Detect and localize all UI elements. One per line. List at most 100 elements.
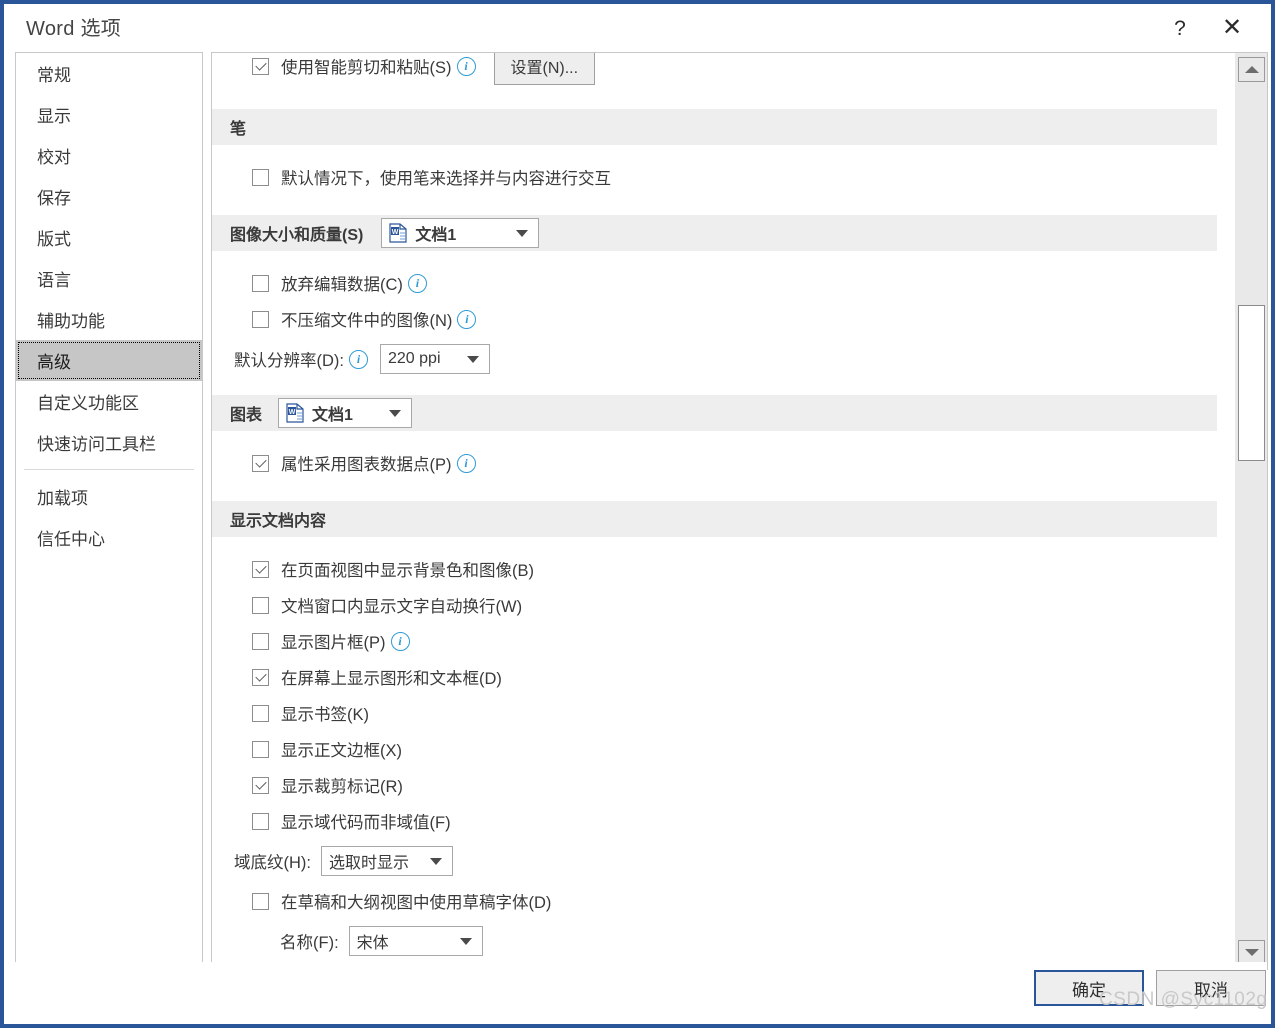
do-not-compress-images-checkbox[interactable] (252, 310, 269, 328)
scroll-up-button[interactable] (1238, 57, 1265, 82)
info-icon[interactable]: i (390, 631, 410, 651)
svg-text:W: W (392, 229, 399, 236)
show-field-codes-label: 显示域代码而非域值(F) (281, 814, 451, 832)
chevron-down-icon (516, 229, 529, 237)
pen-select-interact-label: 默认情况下，使用笔来选择并与内容进行交互 (281, 170, 611, 188)
row-chart-datapoint-properties: 属性采用图表数据点(P) i (212, 445, 1235, 481)
word-doc-icon: W (389, 223, 407, 243)
section-header-display-document-content: 显示文档内容 (212, 501, 1217, 537)
show-bookmarks-checkbox[interactable] (252, 704, 269, 722)
chevron-down-icon (389, 409, 402, 417)
dialog-footer: 确定 取消 (8, 962, 1267, 1020)
field-shading-combo[interactable]: 选取时显示 (321, 846, 453, 876)
show-text-boundaries-checkbox[interactable] (252, 740, 269, 758)
vertical-scrollbar[interactable] (1234, 53, 1267, 969)
row-do-not-compress-images: 不压缩文件中的图像(N) i (212, 301, 1235, 337)
default-resolution-label: 默认分辨率(D): (234, 352, 344, 370)
info-icon[interactable]: i (456, 56, 476, 76)
row-show-background-colors-images: 在页面视图中显示背景色和图像(B) (212, 551, 1235, 587)
chart-datapoint-properties-checkbox[interactable] (252, 454, 269, 472)
show-picture-placeholders-label: 显示图片框(P) (281, 634, 386, 652)
row-show-text-wrapped-in-window: 文档窗口内显示文字自动换行(W) (212, 587, 1235, 623)
draft-font-name-combo[interactable]: 宋体 (348, 926, 483, 956)
section-title: 笔 (230, 121, 247, 138)
sidebar-item-label: 常规 (37, 66, 71, 85)
show-drawings-and-textboxes-checkbox[interactable] (252, 668, 269, 686)
section-title: 图像大小和质量(S) (230, 227, 364, 244)
smart-cut-paste-checkbox[interactable] (252, 57, 269, 75)
row-draft-font-name: 名称(F): 宋体 (212, 919, 1235, 963)
use-draft-font-checkbox[interactable] (252, 892, 269, 910)
show-background-colors-images-label: 在页面视图中显示背景色和图像(B) (281, 562, 534, 580)
show-crop-marks-label: 显示裁剪标记(R) (281, 778, 403, 796)
show-drawings-and-textboxes-label: 在屏幕上显示图形和文本框(D) (281, 670, 502, 688)
display-options-group: 在页面视图中显示背景色和图像(B) 文档窗口内显示文字自动换行(W) 显示图片框… (212, 551, 1235, 839)
options-scroll-area: 粘贴内容时显示粘贴选项按钮(O) 使用智能剪切和粘贴(S) i 设置(N)...… (212, 53, 1235, 969)
cancel-button-label: 取消 (1194, 980, 1228, 1000)
row-field-shading: 域底纹(H): 选取时显示 (212, 839, 1235, 883)
discard-editing-data-checkbox[interactable] (252, 274, 269, 292)
section-title: 显示文档内容 (230, 513, 327, 530)
show-text-wrapped-in-window-label: 文档窗口内显示文字自动换行(W) (281, 598, 523, 616)
row-show-bookmarks: 显示书签(K) (212, 695, 1235, 731)
sidebar-item-label: 自定义功能区 (37, 394, 139, 413)
scrollbar-thumb[interactable] (1238, 305, 1265, 461)
info-icon[interactable]: i (456, 453, 476, 473)
chart-section-document-combo[interactable]: W 文档1 (278, 398, 413, 428)
row-default-resolution: 默认分辨率(D): i 220 ppi (212, 337, 1235, 381)
sidebar-item-label: 辅助功能 (37, 312, 105, 331)
show-text-wrapped-in-window-checkbox[interactable] (252, 596, 269, 614)
draft-font-name-label: 名称(F): (280, 934, 339, 952)
sidebar-item-accessibility[interactable]: 辅助功能 (16, 299, 202, 340)
chart-section-document-value: 文档1 (312, 407, 353, 424)
sidebar-item-label: 保存 (37, 189, 71, 208)
sidebar-item-customize-ribbon[interactable]: 自定义功能区 (16, 381, 202, 422)
close-icon[interactable]: ✕ (1210, 6, 1254, 50)
smart-cut-paste-label: 使用智能剪切和粘贴(S) (281, 59, 452, 77)
sidebar-item-display[interactable]: 显示 (16, 94, 202, 135)
sidebar-item-label: 信任中心 (37, 530, 105, 549)
sidebar-item-trust-center[interactable]: 信任中心 (16, 517, 202, 558)
info-icon[interactable]: i (349, 349, 368, 369)
show-background-colors-images-checkbox[interactable] (252, 560, 269, 578)
use-draft-font-label: 在草稿和大纲视图中使用草稿字体(D) (281, 894, 552, 912)
cancel-button[interactable]: 取消 (1156, 970, 1266, 1006)
sidebar-item-addins[interactable]: 加载项 (16, 476, 202, 517)
row-use-draft-font: 在草稿和大纲视图中使用草稿字体(D) (212, 883, 1235, 919)
show-picture-placeholders-checkbox[interactable] (252, 632, 269, 650)
show-crop-marks-checkbox[interactable] (252, 776, 269, 794)
settings-button[interactable]: 设置(N)... (493, 53, 596, 85)
sidebar-item-general[interactable]: 常规 (16, 53, 202, 94)
discard-editing-data-label: 放弃编辑数据(C) (281, 276, 403, 294)
ok-button[interactable]: 确定 (1034, 970, 1144, 1006)
show-field-codes-checkbox[interactable] (252, 812, 269, 830)
help-icon[interactable]: ? (1158, 6, 1202, 50)
sidebar-item-advanced[interactable]: 高级 (16, 340, 202, 381)
sidebar-item-quick-access-toolbar[interactable]: 快速访问工具栏 (16, 422, 202, 463)
sidebar-divider (24, 469, 194, 470)
section-header-pen: 笔 (212, 109, 1217, 145)
field-shading-value: 选取时显示 (329, 855, 410, 872)
info-icon[interactable]: i (407, 273, 427, 293)
dialog-titlebar: Word 选项 ? ✕ (4, 4, 1271, 52)
sidebar-item-proofing[interactable]: 校对 (16, 135, 202, 176)
image-section-document-combo[interactable]: W 文档1 (381, 218, 540, 248)
row-show-drawings-and-textboxes: 在屏幕上显示图形和文本框(D) (212, 659, 1235, 695)
sidebar-item-label: 语言 (37, 271, 71, 290)
info-icon[interactable]: i (457, 309, 477, 329)
draft-font-name-value: 宋体 (356, 935, 389, 952)
options-content-pane: 粘贴内容时显示粘贴选项按钮(O) 使用智能剪切和粘贴(S) i 设置(N)...… (211, 52, 1268, 970)
sidebar-item-layout[interactable]: 版式 (16, 217, 202, 258)
pen-select-interact-checkbox[interactable] (252, 168, 269, 186)
sidebar-item-language[interactable]: 语言 (16, 258, 202, 299)
sidebar-item-save[interactable]: 保存 (16, 176, 202, 217)
default-resolution-combo[interactable]: 220 ppi (380, 344, 490, 374)
ok-button-label: 确定 (1072, 980, 1106, 1000)
options-scroll-inner: 粘贴内容时显示粘贴选项按钮(O) 使用智能剪切和粘贴(S) i 设置(N)...… (212, 53, 1235, 969)
